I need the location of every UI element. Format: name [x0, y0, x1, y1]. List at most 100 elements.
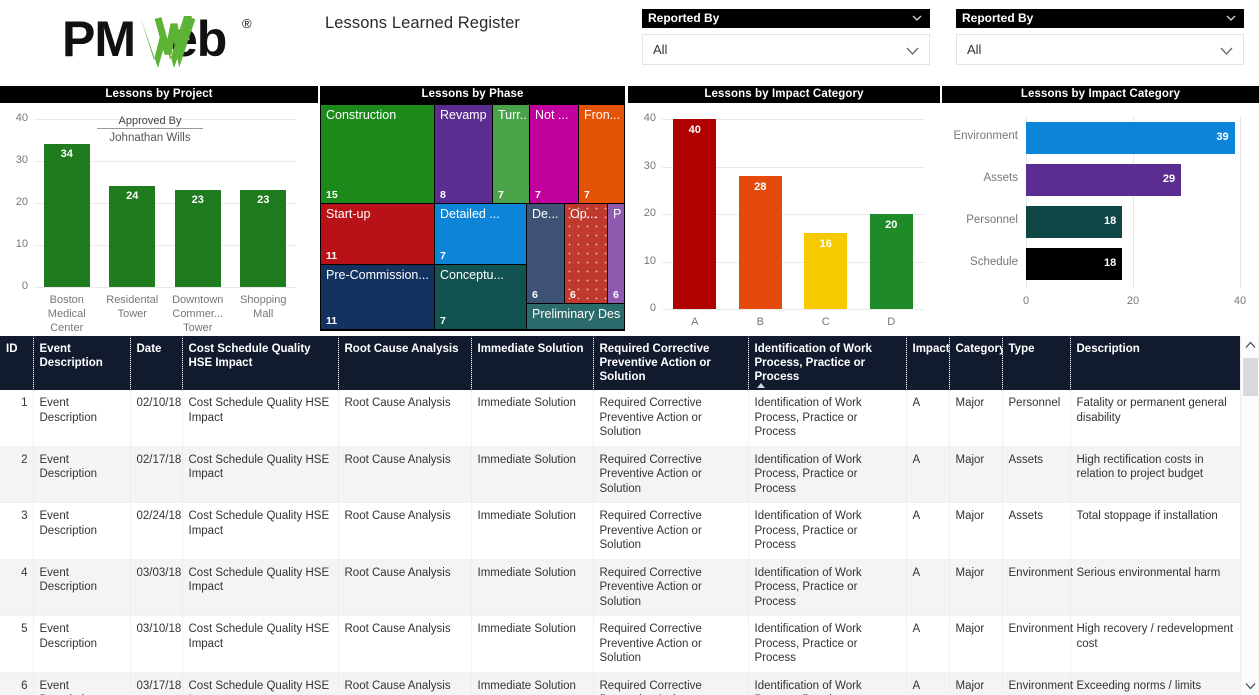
visual-lessons-by-project[interactable]: Lessons by Project Approved By Johnathan… [0, 86, 318, 331]
y-axis-label: Personnel [942, 214, 1018, 226]
col-header-cost-impact[interactable]: Cost Schedule Quality HSE Impact [182, 336, 338, 390]
cell-identification: Identification of Work Process, Practice… [748, 390, 906, 446]
cell-event-description: Event Description [33, 672, 130, 695]
cell-immediate-solution: Immediate Solution [471, 559, 593, 616]
chevron-down-icon[interactable] [910, 11, 924, 31]
treemap-tile[interactable]: Not ...7 [530, 105, 578, 203]
impact-bar-plot-area: 0204039Environment29Assets18Personnel18S… [942, 103, 1259, 331]
x-axis-label: Boston Medical Center [34, 293, 100, 335]
visual-phase-title: Lessons by Phase [320, 86, 625, 103]
visual-impact-column[interactable]: Lessons by Impact Category 0102030404028… [628, 86, 940, 331]
scroll-up-icon[interactable] [1241, 336, 1259, 354]
scroll-down-icon[interactable] [1241, 677, 1259, 695]
visual-project-body[interactable]: Approved By Johnathan Wills 010203040342… [0, 103, 318, 331]
treemap-tile-value: 8 [440, 189, 446, 201]
col-header-date[interactable]: Date [130, 336, 182, 390]
treemap-tile[interactable]: De...6 [527, 204, 564, 303]
col-header-description[interactable]: Description [1070, 336, 1240, 390]
bar-value-label: 29 [1155, 173, 1175, 185]
cell-category: Major [949, 672, 1002, 695]
visual-impact-bar[interactable]: Lessons by Impact Category 0204039Enviro… [942, 86, 1259, 331]
bar-impact[interactable] [739, 176, 782, 309]
cell-identification: Identification of Work Process, Practice… [748, 446, 906, 503]
table-row[interactable]: 3Event Description02/24/18Cost Schedule … [0, 503, 1240, 560]
treemap-tile-value: 7 [498, 189, 504, 201]
slicer-2-value: All [967, 42, 981, 57]
slicer-2-dropdown[interactable]: All [956, 34, 1244, 65]
col-header-root-cause[interactable]: Root Cause Analysis [338, 336, 471, 390]
cell-impact: A [906, 616, 949, 673]
treemap-tile[interactable]: Detailed ...7 [435, 204, 526, 264]
col-header-id[interactable]: ID [0, 336, 33, 390]
visual-lessons-by-phase[interactable]: Lessons by Phase Construction15Start-up1… [320, 86, 625, 331]
y-axis-tick: 40 [2, 112, 28, 124]
slicer-reported-by-1[interactable]: Reported By All [642, 9, 930, 65]
cell-immediate-solution: Immediate Solution [471, 390, 593, 446]
cell-cost-impact: Cost Schedule Quality HSE Impact [182, 672, 338, 695]
svg-text:PM: PM [62, 11, 135, 67]
chevron-down-icon[interactable] [1224, 11, 1238, 31]
cell-category: Major [949, 503, 1002, 560]
cell-date: 03/10/18 [130, 616, 182, 673]
lessons-table-container[interactable]: ID Event Description Date Cost Schedule … [0, 336, 1259, 695]
cell-date: 02/10/18 [130, 390, 182, 446]
treemap-tile-label: Revamp [440, 108, 489, 122]
slicer-reported-by-2[interactable]: Reported By All [956, 9, 1244, 65]
cell-category: Major [949, 559, 1002, 616]
treemap-tile[interactable]: Start-up11 [321, 204, 434, 264]
col-header-event-description[interactable]: Event Description [33, 336, 130, 390]
treemap-tile[interactable]: Pre...6 [608, 204, 624, 303]
col-header-corrective-action[interactable]: Required Corrective Preventive Action or… [593, 336, 748, 390]
table-body: 1Event Description02/10/18Cost Schedule … [0, 390, 1240, 695]
treemap-tile-label: Fron... [584, 108, 621, 122]
col-header-impact[interactable]: Impact [906, 336, 949, 390]
treemap-tile[interactable]: Fron...7 [579, 105, 624, 203]
cell-description: Fatality or permanent general disability [1070, 390, 1240, 446]
col-header-category[interactable]: Category [949, 336, 1002, 390]
treemap-tile[interactable]: Construction15 [321, 105, 434, 203]
table-row[interactable]: 6Event Description03/17/18Cost Schedule … [0, 672, 1240, 695]
bar-value-label: 23 [240, 194, 286, 206]
cell-event-description: Event Description [33, 446, 130, 503]
table-row[interactable]: 2Event Description02/17/18Cost Schedule … [0, 446, 1240, 503]
scrollbar-thumb[interactable] [1243, 358, 1258, 396]
visual-impact-bar-body[interactable]: 0204039Environment29Assets18Personnel18S… [942, 103, 1259, 331]
y-axis-label: Schedule [942, 256, 1018, 268]
visual-impact-column-body[interactable]: 01020304040281620 ABCD [628, 103, 940, 331]
cell-cost-impact: Cost Schedule Quality HSE Impact [182, 559, 338, 616]
cell-id: 1 [0, 390, 33, 446]
col-header-identification[interactable]: Identification of Work Process, Practice… [748, 336, 906, 390]
cell-impact: A [906, 672, 949, 695]
cell-id: 3 [0, 503, 33, 560]
slicer-1-dropdown[interactable]: All [642, 34, 930, 65]
table-row[interactable]: 4Event Description03/03/18Cost Schedule … [0, 559, 1240, 616]
cell-cost-impact: Cost Schedule Quality HSE Impact [182, 390, 338, 446]
treemap-tile[interactable]: Turr...7 [493, 105, 529, 203]
col-header-type[interactable]: Type [1002, 336, 1070, 390]
chevron-down-icon[interactable] [1218, 42, 1235, 62]
y-axis-tick: 10 [630, 255, 656, 267]
slicer-approved-by[interactable]: Approved By Johnathan Wills [97, 115, 203, 144]
chevron-down-icon[interactable] [904, 42, 921, 62]
bar-impact[interactable] [673, 119, 716, 309]
cell-cost-impact: Cost Schedule Quality HSE Impact [182, 503, 338, 560]
treemap-tile[interactable]: Op...6 [565, 204, 607, 303]
treemap-tile[interactable]: Conceptu...7 [435, 265, 526, 329]
table-row[interactable]: 1Event Description02/10/18Cost Schedule … [0, 390, 1240, 446]
y-axis-tick: 20 [630, 207, 656, 219]
visual-impact-bar-title: Lessons by Impact Category [942, 86, 1259, 103]
bar-value-label: 20 [870, 219, 913, 231]
bar-impact-category[interactable] [1026, 122, 1235, 154]
col-header-immediate-solution[interactable]: Immediate Solution [471, 336, 593, 390]
treemap-tile[interactable]: Revamp 8 [435, 105, 492, 203]
bar-project[interactable] [44, 144, 90, 287]
treemap-tile[interactable]: Pre-Commission...11 [321, 265, 434, 329]
visual-phase-body[interactable]: Construction15Start-up11Pre-Commission..… [320, 103, 625, 331]
table-vertical-scrollbar[interactable] [1240, 336, 1259, 695]
slicer-1-header[interactable]: Reported By [642, 9, 930, 28]
phase-treemap[interactable]: Construction15Start-up11Pre-Commission..… [320, 103, 625, 331]
slicer-2-header[interactable]: Reported By [956, 9, 1244, 28]
table-row[interactable]: 5Event Description03/10/18Cost Schedule … [0, 616, 1240, 673]
treemap-tile-value: 6 [532, 289, 538, 301]
treemap-tile[interactable]: Preliminary Design [527, 304, 624, 329]
